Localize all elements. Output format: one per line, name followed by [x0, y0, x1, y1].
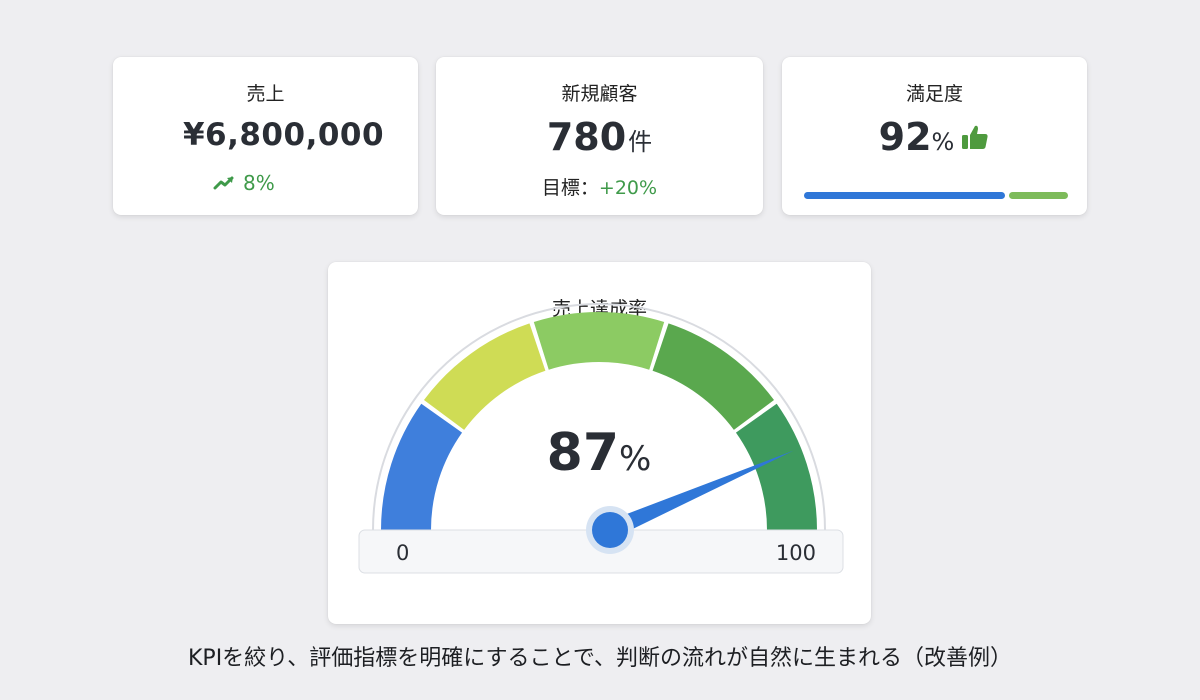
satisfaction-unit: % [931, 128, 955, 156]
satisfaction-card: 満足度 92% [782, 57, 1087, 215]
sales-value: ¥6,800,000 [182, 117, 385, 153]
customers-title: 新規顧客 [561, 83, 638, 105]
gauge-segment-2 [423, 323, 546, 430]
gauge-min-label: 0 [396, 541, 409, 565]
sales-trend: 8% [213, 171, 275, 195]
gauge-segments [381, 312, 817, 530]
caption: KPIを絞り、評価指標を明確にすることで、判断の流れが自然に生まれる（改善例） [188, 646, 1012, 671]
gauge-segment-5 [735, 403, 817, 530]
customers-value: 780件 [436, 115, 763, 159]
customers-unit: 件 [628, 128, 653, 156]
gauge-segment-4 [652, 323, 775, 430]
target-value: +20% [598, 177, 658, 199]
satisfaction-title: 満足度 [905, 83, 963, 105]
sales-title: 売上 [246, 83, 285, 105]
gauge-segment-3 [533, 312, 665, 370]
gauge-hub [592, 512, 628, 548]
customers-target: 目標：+20% [436, 173, 763, 200]
thumbs-up-icon [962, 125, 988, 149]
gauge-chart: 87% 0 100 [358, 303, 844, 574]
satisfaction-progress-fill [804, 192, 1005, 199]
customers-count: 780 [546, 115, 627, 159]
satisfaction-progress-remainder [1008, 192, 1068, 199]
sales-achievement-gauge-card: 売上達成率 87% 0 100 [328, 262, 871, 624]
sales-card: 売上 ¥6,800,000 8% [113, 57, 418, 215]
gauge-max-label: 100 [776, 541, 816, 565]
target-label: 目標： [541, 177, 599, 199]
sales-trend-value: 8% [243, 171, 275, 195]
gauge-segment-1 [381, 403, 463, 530]
satisfaction-progress-bar [804, 192, 1068, 199]
new-customers-card: 新規顧客 780件 目標：+20% [436, 57, 763, 215]
satisfaction-value: 92% [782, 115, 1087, 159]
trend-up-icon [213, 176, 234, 190]
satisfaction-number: 92 [878, 115, 932, 159]
gauge-value: 87% [547, 423, 652, 483]
